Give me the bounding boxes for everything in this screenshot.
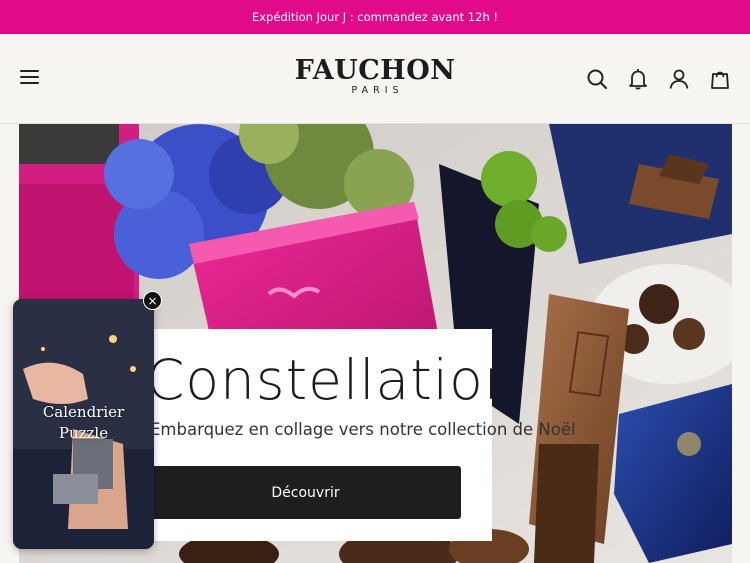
cart-icon[interactable] xyxy=(709,68,731,90)
hero-title: Constellations xyxy=(146,348,492,412)
search-icon[interactable] xyxy=(586,68,608,90)
hero-card: Constellations Embarquez en collage vers… xyxy=(122,329,576,541)
brand-city: PARIS xyxy=(351,85,404,96)
brand-name: FAUCHON xyxy=(294,55,456,86)
story-widget[interactable]: Calendrier Puzzle xyxy=(13,299,154,549)
user-icon[interactable] xyxy=(668,68,690,90)
story-label: Calendrier Puzzle xyxy=(13,402,154,444)
brand-logo[interactable]: FAUCHON PARIS xyxy=(275,57,475,97)
story-label-line2: Puzzle xyxy=(58,424,109,442)
bell-icon[interactable] xyxy=(627,68,649,90)
site-header: FAUCHON PARIS xyxy=(0,34,750,124)
discover-button[interactable]: Découvrir xyxy=(150,466,461,519)
story-label-line1: Calendrier xyxy=(42,403,125,421)
hero-subtitle: Embarquez en collage vers notre collecti… xyxy=(150,420,576,439)
announcement-text: Expédition Jour J : commandez avant 12h … xyxy=(251,10,498,24)
menu-icon[interactable] xyxy=(20,70,39,85)
close-icon[interactable]: × xyxy=(143,291,162,310)
announcement-bar: Expédition Jour J : commandez avant 12h … xyxy=(0,0,750,34)
